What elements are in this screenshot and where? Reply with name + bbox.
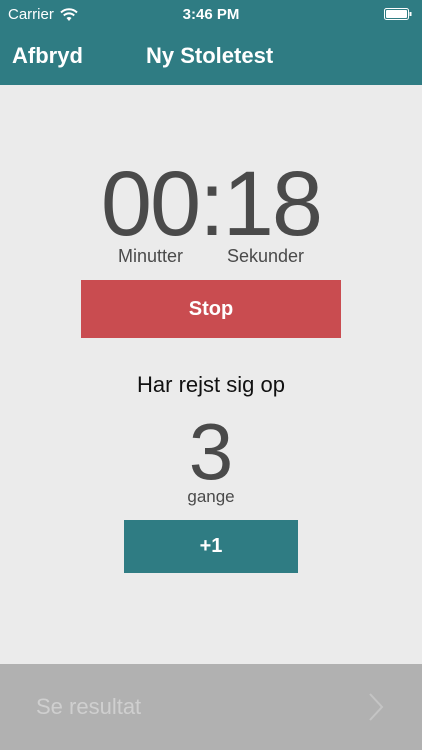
chevron-right-icon	[369, 693, 384, 721]
stand-count-label: Har rejst sig op	[137, 372, 285, 397]
page-title: Ny Stoletest	[146, 43, 274, 68]
stand-count-value: 3	[188, 407, 234, 496]
see-result-label: Se resultat	[36, 694, 142, 719]
stand-count-unit: gange	[187, 487, 235, 506]
stop-button[interactable]: Stop	[81, 280, 341, 338]
status-time: 3:46 PM	[182, 6, 240, 23]
see-result-button[interactable]: Se resultat	[0, 664, 422, 750]
cancel-button[interactable]: Afbryd	[12, 43, 83, 69]
timer-value: 00:18	[100, 153, 323, 255]
timer-display: 00:18	[0, 158, 422, 250]
status-bar: Carrier 3:46 PM	[0, 0, 422, 30]
screen: Carrier 3:46 PM Afbryd Ny Stoletest 00:1…	[0, 0, 422, 750]
seconds-label: Sekunder	[227, 246, 305, 266]
header: Carrier 3:46 PM Afbryd Ny Stoletest	[0, 0, 422, 85]
nav-bar: Afbryd Ny Stoletest	[0, 30, 422, 85]
battery-icon	[384, 8, 412, 20]
minutes-label: Minutter	[118, 246, 184, 266]
increment-button[interactable]: +1	[124, 520, 298, 573]
